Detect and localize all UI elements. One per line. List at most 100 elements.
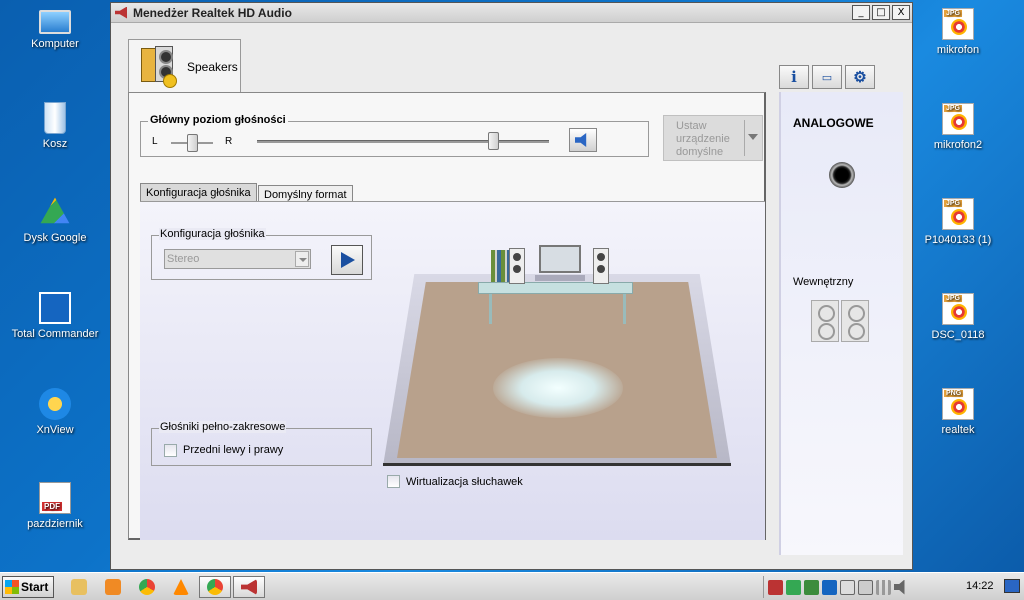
taskbar-chrome[interactable] [131,576,163,598]
speaker-config-select[interactable]: Stereo [164,249,311,269]
headphone-virtualization-checkbox[interactable] [387,475,400,488]
media-player-icon [105,579,121,595]
front-right-speaker-icon[interactable] [593,248,609,284]
start-label: Start [21,580,49,594]
desktop-icon-label: P1040133 (1) [924,234,992,246]
desktop-icon-realtek[interactable]: realtek [908,388,1008,437]
google-drive-icon [40,197,70,224]
taskbar-realtek-audio[interactable] [233,576,265,598]
taskbar: Start 14:22 [0,572,1024,600]
tab-speaker-configuration[interactable]: Konfiguracja głośnika [140,183,257,202]
file-explorer-icon [71,579,87,595]
desktop-icon-mikrofon[interactable]: mikrofon [908,8,1008,57]
realtek-window: Menedżer Realtek HD Audio _ □ X Speakers… [110,2,913,570]
desktop-icon-dsc-0118[interactable]: DSC_0118 [908,293,1008,342]
show-desktop-icon[interactable] [1004,579,1020,593]
usb-device-icon[interactable] [858,579,873,595]
png-file-icon [942,388,974,420]
desktop-icon-label: mikrofon2 [933,139,983,151]
title-bar[interactable]: Menedżer Realtek HD Audio _ □ X [111,3,912,23]
chevron-down-icon [748,134,758,140]
main-panel: Główny poziom głośności L R Ustaw urządz… [128,92,766,540]
action-center-flag-icon[interactable] [840,579,855,595]
front-left-right-label: Przedni lewy i prawy [183,444,284,456]
master-volume-slider-track[interactable] [257,140,549,143]
jpg-file-icon [942,103,974,135]
realtek-tray-icon[interactable] [768,579,783,595]
desktop-icon-label: pazdziernik [27,518,83,530]
master-volume-group: Główny poziom głośności L R [140,114,649,157]
desktop-icon-p1040133[interactable]: P1040133 (1) [908,198,1008,247]
window-title: Menedżer Realtek HD Audio [133,5,292,20]
desktop-icon-total-commander[interactable]: Total Commander [5,292,105,341]
gear-icon[interactable]: ⚙ [845,65,875,89]
google-drive-tray-icon[interactable] [786,579,801,595]
tab-default-format[interactable]: Domyślny format [258,185,353,202]
master-volume-slider-thumb[interactable] [488,132,500,150]
desktop-icon-label: Dysk Google [23,232,87,244]
realtek-audio-icon [241,579,257,595]
balance-slider-thumb[interactable] [186,134,198,152]
front-left-speaker-icon[interactable] [509,248,525,284]
laptop-icon [535,245,585,281]
desktop-icon-label: Total Commander [11,328,99,340]
audio-jack-icon[interactable] [829,162,855,188]
full-range-legend: Głośniki pełno-zakresowe [159,421,287,433]
headphone-virtualization-label: Wirtualizacja słuchawek [406,476,523,488]
taskbar-vlc[interactable] [165,576,197,598]
set-default-device-label: Ustaw urządzenie domyślne [676,120,730,158]
jpg-file-icon [942,293,974,325]
desktop-icon-label: realtek [941,424,975,436]
desktop-icon-pazdziernik[interactable]: pazdziernik [5,482,105,531]
system-tray [763,576,909,598]
internal-label: Wewnętrzny [793,276,854,288]
speaker-configuration-panel: Konfiguracja głośnika Stereo Głośniki pe… [140,201,765,540]
desktop-icon-xnview[interactable]: XnView [5,388,105,437]
top-icon-bar: i ▭ ⚙ [779,65,875,89]
volume-icon[interactable] [894,579,905,595]
battery-icon[interactable]: ▭ [812,65,842,89]
start-button[interactable]: Start [2,576,54,598]
pdf-file-icon [39,482,71,514]
maximize-button[interactable]: □ [872,5,890,20]
speaker-config-group: Konfiguracja głośnika Stereo [151,228,372,280]
set-default-device-button[interactable]: Ustaw urządzenie domyślne [663,115,763,161]
desktop-icon-label: Komputer [31,38,79,50]
internal-speaker-left-icon [811,300,839,342]
vlc-icon [173,579,189,595]
info-icon[interactable]: i [779,65,809,89]
close-button[interactable]: X [892,5,910,20]
windows-logo-icon [5,580,19,594]
chrome-icon [207,579,223,595]
analog-label: ANALOGOWE [793,116,874,130]
jpg-file-icon [942,8,974,40]
bluetooth-icon[interactable] [822,579,837,595]
tab-speakers-label: Speakers [187,59,238,74]
minimize-button[interactable]: _ [852,5,870,20]
full-range-speakers-group: Głośniki pełno-zakresowe Przedni lewy i … [151,421,372,466]
front-left-right-checkbox[interactable] [164,444,177,457]
chrome-icon [139,579,155,595]
taskbar-chrome-2[interactable] [199,576,231,598]
desktop-icon-label: Kosz [42,138,68,150]
speaker-room-visualization [383,230,731,466]
books-icon [491,250,509,282]
taskbar-media-player[interactable] [97,576,129,598]
tab-speakers[interactable]: Speakers [128,39,241,93]
desk [478,282,633,294]
desktop-icon-mikrofon2[interactable]: mikrofon2 [908,103,1008,152]
desktop-icon-komputer[interactable]: Komputer [5,10,105,51]
speaker-volume-icon [575,133,587,147]
listener-position-glow [493,358,623,418]
security-tray-icon[interactable] [804,579,819,595]
mute-button[interactable] [569,128,597,152]
chevron-down-icon[interactable] [295,251,309,267]
desktop-icon-kosz[interactable]: Kosz [5,102,105,151]
taskbar-file-explorer[interactable] [63,576,95,598]
clock[interactable]: 14:22 [966,580,994,592]
play-test-button[interactable] [331,245,363,275]
desktop-icon-dysk-google[interactable]: Dysk Google [5,196,105,245]
balance-right-label: R [225,136,233,147]
network-signal-icon[interactable] [876,579,891,595]
desktop-icon-label: XnView [36,424,74,436]
